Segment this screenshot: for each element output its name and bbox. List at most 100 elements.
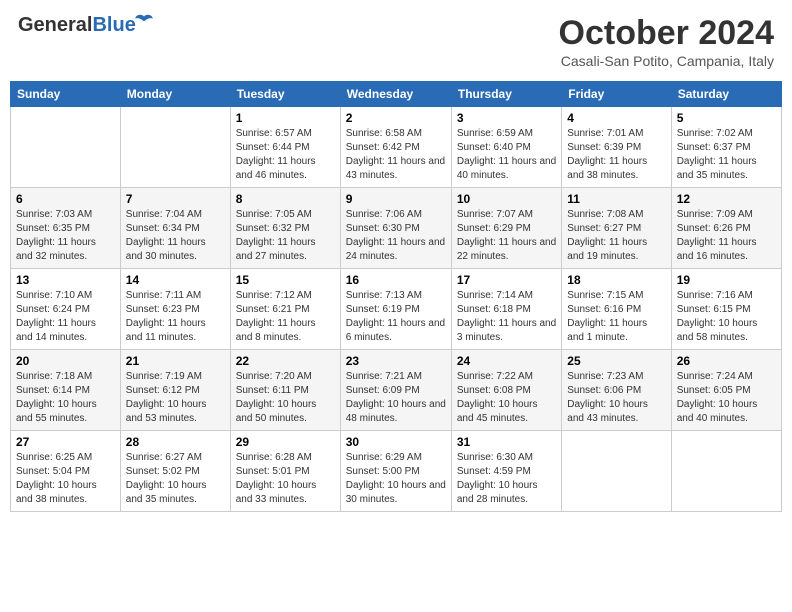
calendar-week-2: 6 Sunrise: 7:03 AMSunset: 6:35 PMDaylight… [11,188,782,269]
calendar-cell: 21Sunrise: 7:19 AMSunset: 6:12 PMDayligh… [120,350,230,431]
day-number: 19 [677,273,776,287]
calendar-cell: 22Sunrise: 7:20 AMSunset: 6:11 PMDayligh… [230,350,340,431]
day-detail: Sunrise: 6:28 AMSunset: 5:01 PMDaylight:… [236,451,335,507]
day-detail: Sunrise: 6:58 AMSunset: 6:42 PMDaylight:… [346,127,446,183]
day-number: 4 [567,111,665,125]
day-number: 29 [236,435,335,449]
day-detail: Sunrise: 7:10 AMSunset: 6:24 PMDaylight:… [16,289,115,345]
calendar-cell [11,107,121,188]
calendar-cell: 29 Sunrise: 6:28 AMSunset: 5:01 PMDayligh… [230,431,340,512]
calendar-cell: 27 Sunrise: 6:25 AMSunset: 5:04 PMDayligh… [11,431,121,512]
day-detail: Sunrise: 6:27 AMSunset: 5:02 PMDaylight:… [126,451,225,507]
calendar-cell: 26 Sunrise: 7:24 AMSunset: 6:05 PMDayligh… [671,350,781,431]
calendar-cell [671,431,781,512]
day-detail: Sunrise: 7:23 AMSunset: 6:06 PMDaylight:… [567,370,665,426]
day-detail: Sunrise: 7:09 AMSunset: 6:26 PMDaylight:… [677,208,776,264]
calendar-cell: 1Sunrise: 6:57 AMSunset: 6:44 PMDaylight… [230,107,340,188]
day-header-sunday: Sunday [11,82,121,107]
day-detail: Sunrise: 7:13 AMSunset: 6:19 PMDaylight:… [346,289,446,345]
calendar-cell: 31Sunrise: 6:30 AMSunset: 4:59 PMDayligh… [451,431,561,512]
day-detail: Sunrise: 6:29 AMSunset: 5:00 PMDaylight:… [346,451,446,507]
day-detail: Sunrise: 7:20 AMSunset: 6:11 PMDaylight:… [236,370,335,426]
day-detail: Sunrise: 7:02 AMSunset: 6:37 PMDaylight:… [677,127,776,183]
day-number: 28 [126,435,225,449]
page-header: GeneralBlue October 2024 Casali-San Poti… [10,10,782,73]
day-header-tuesday: Tuesday [230,82,340,107]
calendar-cell: 3 Sunrise: 6:59 AMSunset: 6:40 PMDaylight… [451,107,561,188]
day-number: 30 [346,435,446,449]
calendar-cell: 15Sunrise: 7:12 AMSunset: 6:21 PMDayligh… [230,269,340,350]
calendar-cell: 23 Sunrise: 7:21 AMSunset: 6:09 PMDayligh… [340,350,451,431]
calendar-cell: 18Sunrise: 7:15 AMSunset: 6:16 PMDayligh… [562,269,671,350]
day-detail: Sunrise: 6:59 AMSunset: 6:40 PMDaylight:… [457,127,556,183]
calendar-cell: 12 Sunrise: 7:09 AMSunset: 6:26 PMDayligh… [671,188,781,269]
calendar-table: SundayMondayTuesdayWednesdayThursdayFrid… [10,81,782,512]
day-number: 12 [677,192,776,206]
calendar-cell: 8 Sunrise: 7:05 AMSunset: 6:32 PMDaylight… [230,188,340,269]
day-number: 23 [346,354,446,368]
calendar-week-1: 1Sunrise: 6:57 AMSunset: 6:44 PMDaylight… [11,107,782,188]
month-title: October 2024 [559,14,774,53]
calendar-cell: 24 Sunrise: 7:22 AMSunset: 6:08 PMDayligh… [451,350,561,431]
days-header-row: SundayMondayTuesdayWednesdayThursdayFrid… [11,82,782,107]
title-block: October 2024 Casali-San Potito, Campania… [559,14,774,69]
day-header-wednesday: Wednesday [340,82,451,107]
day-number: 7 [126,192,225,206]
calendar-week-5: 27 Sunrise: 6:25 AMSunset: 5:04 PMDayligh… [11,431,782,512]
day-number: 13 [16,273,115,287]
calendar-week-4: 20 Sunrise: 7:18 AMSunset: 6:14 PMDayligh… [11,350,782,431]
day-detail: Sunrise: 7:05 AMSunset: 6:32 PMDaylight:… [236,208,335,264]
day-number: 26 [677,354,776,368]
calendar-cell: 17 Sunrise: 7:14 AMSunset: 6:18 PMDayligh… [451,269,561,350]
day-number: 10 [457,192,556,206]
day-detail: Sunrise: 7:24 AMSunset: 6:05 PMDaylight:… [677,370,776,426]
calendar-cell: 2 Sunrise: 6:58 AMSunset: 6:42 PMDaylight… [340,107,451,188]
day-detail: Sunrise: 7:14 AMSunset: 6:18 PMDaylight:… [457,289,556,345]
day-number: 27 [16,435,115,449]
calendar-cell: 20 Sunrise: 7:18 AMSunset: 6:14 PMDayligh… [11,350,121,431]
day-header-friday: Friday [562,82,671,107]
calendar-cell [120,107,230,188]
calendar-week-3: 13 Sunrise: 7:10 AMSunset: 6:24 PMDayligh… [11,269,782,350]
logo-blue: Blue [92,14,135,36]
day-header-saturday: Saturday [671,82,781,107]
day-header-thursday: Thursday [451,82,561,107]
day-number: 24 [457,354,556,368]
calendar-cell: 28 Sunrise: 6:27 AMSunset: 5:02 PMDayligh… [120,431,230,512]
calendar-cell: 9Sunrise: 7:06 AMSunset: 6:30 PMDaylight… [340,188,451,269]
day-detail: Sunrise: 7:06 AMSunset: 6:30 PMDaylight:… [346,208,446,264]
day-detail: Sunrise: 7:08 AMSunset: 6:27 PMDaylight:… [567,208,665,264]
day-detail: Sunrise: 7:16 AMSunset: 6:15 PMDaylight:… [677,289,776,345]
day-detail: Sunrise: 7:18 AMSunset: 6:14 PMDaylight:… [16,370,115,426]
day-detail: Sunrise: 7:22 AMSunset: 6:08 PMDaylight:… [457,370,556,426]
calendar-cell: 25 Sunrise: 7:23 AMSunset: 6:06 PMDayligh… [562,350,671,431]
day-number: 1 [236,111,335,125]
day-detail: Sunrise: 6:25 AMSunset: 5:04 PMDaylight:… [16,451,115,507]
logo-general: General [18,14,92,36]
day-number: 17 [457,273,556,287]
day-detail: Sunrise: 7:03 AMSunset: 6:35 PMDaylight:… [16,208,115,264]
logo: GeneralBlue [18,14,136,37]
day-number: 21 [126,354,225,368]
day-number: 20 [16,354,115,368]
day-detail: Sunrise: 7:01 AMSunset: 6:39 PMDaylight:… [567,127,665,183]
day-number: 16 [346,273,446,287]
day-detail: Sunrise: 7:21 AMSunset: 6:09 PMDaylight:… [346,370,446,426]
calendar-cell: 7Sunrise: 7:04 AMSunset: 6:34 PMDaylight… [120,188,230,269]
calendar-cell: 4 Sunrise: 7:01 AMSunset: 6:39 PMDaylight… [562,107,671,188]
calendar-cell: 11Sunrise: 7:08 AMSunset: 6:27 PMDayligh… [562,188,671,269]
day-number: 6 [16,192,115,206]
calendar-cell: 16 Sunrise: 7:13 AMSunset: 6:19 PMDayligh… [340,269,451,350]
day-number: 15 [236,273,335,287]
calendar-cell: 19 Sunrise: 7:16 AMSunset: 6:15 PMDayligh… [671,269,781,350]
calendar-cell: 10Sunrise: 7:07 AMSunset: 6:29 PMDayligh… [451,188,561,269]
location-subtitle: Casali-San Potito, Campania, Italy [559,53,774,69]
day-number: 25 [567,354,665,368]
day-number: 2 [346,111,446,125]
calendar-cell [562,431,671,512]
calendar-cell: 13 Sunrise: 7:10 AMSunset: 6:24 PMDayligh… [11,269,121,350]
logo-bird-icon [134,10,154,30]
day-number: 3 [457,111,556,125]
day-number: 14 [126,273,225,287]
day-number: 8 [236,192,335,206]
